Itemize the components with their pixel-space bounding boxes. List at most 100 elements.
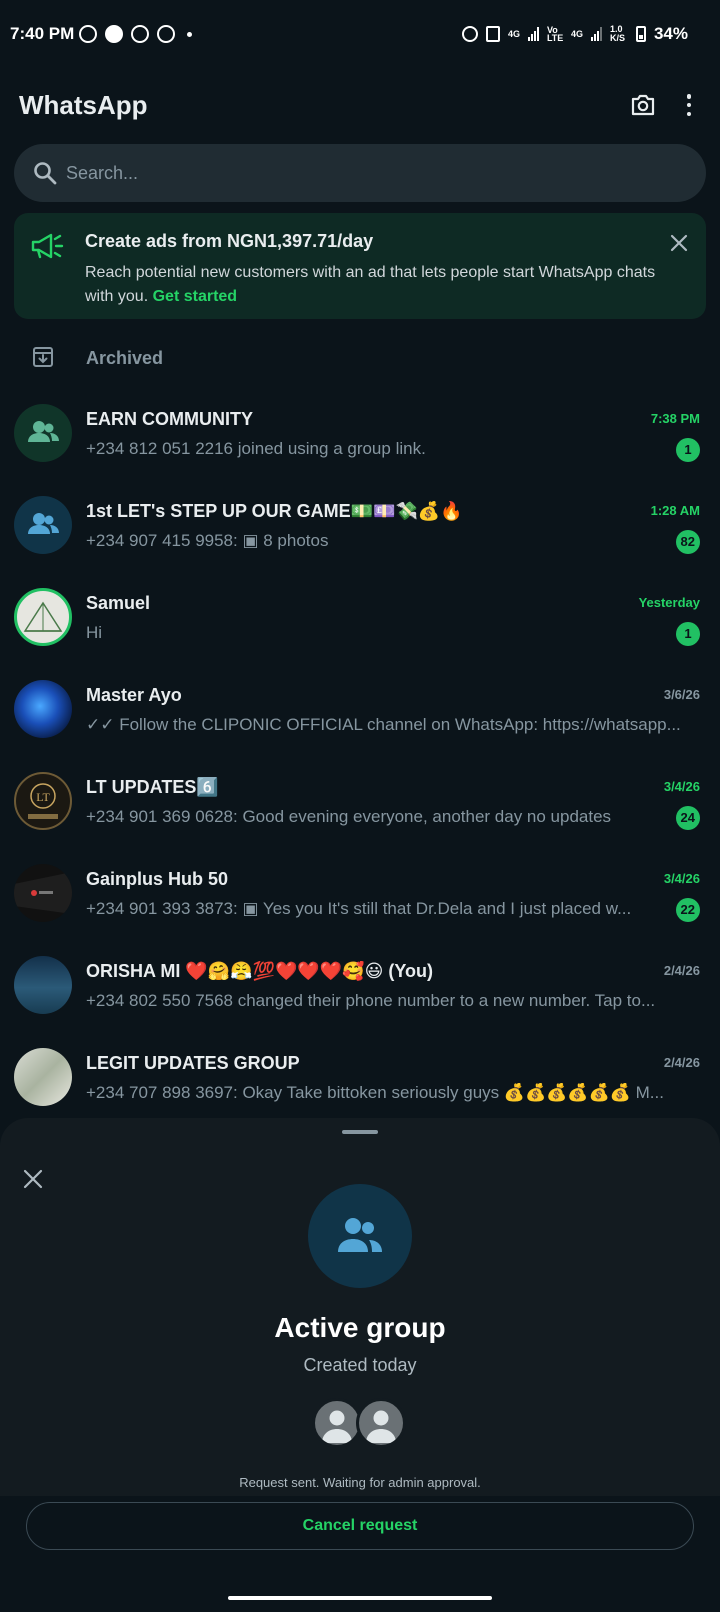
network-type-right: 4G [570, 29, 583, 39]
contact-avatar [14, 680, 72, 738]
ad-title: Create ads from NGN1,397.71/day [85, 231, 374, 251]
chat-name: Master Ayo [86, 685, 182, 705]
ad-banner[interactable]: Create ads from NGN1,397.71/day Reach po… [14, 213, 706, 319]
network-speed: 1.0 K/S [609, 24, 625, 43]
unread-badge: 24 [675, 806, 700, 830]
group-avatar [14, 864, 72, 922]
chat-time: 3/4/26 [663, 779, 700, 794]
search-bar[interactable] [14, 144, 706, 202]
chat-preview: Hi [86, 623, 103, 642]
chat-preview: +234 907 415 9958: ▣ 8 photos [86, 531, 329, 550]
chat-row[interactable]: EARN COMMUNITY +234 812 051 2216 joined … [0, 392, 720, 484]
more-notifications-dot [187, 32, 192, 37]
person-icon [322, 1410, 352, 1443]
chat-name: ORISHA MI ❤️🤗😤💯❤️❤️❤️🥰😃 (You) [86, 961, 434, 981]
member-avatar [356, 1398, 406, 1448]
signal-icon-1 [527, 27, 539, 41]
chat-time: Yesterday [638, 595, 700, 610]
approval-note: Request sent. Waiting for admin approval… [239, 1475, 481, 1490]
chat-time: 7:38 PM [650, 411, 700, 426]
app-bar: WhatsApp [0, 72, 720, 142]
unread-badge: 22 [675, 898, 700, 922]
chat-row[interactable]: 1st LET's STEP UP OUR GAME💵💷💸💰🔥 +234 907… [0, 484, 720, 576]
chat-preview: +234 802 550 7568 changed their phone nu… [86, 991, 656, 1010]
unread-badge: 1 [676, 438, 700, 462]
more-options-icon[interactable] [686, 94, 692, 116]
group-avatar: LT [14, 772, 72, 830]
group-icon [338, 1218, 382, 1252]
chat-row[interactable]: ORISHA MI ❤️🤗😤💯❤️❤️❤️🥰😃 (You) +234 802 5… [0, 944, 720, 1036]
chat-row[interactable]: Master Ayo ✓✓ Follow the CLIPONIC OFFICI… [0, 668, 720, 760]
battery-percent: 34% [653, 24, 688, 43]
group-avatar [14, 1048, 72, 1106]
get-started-link[interactable]: Get started [153, 288, 237, 305]
megaphone-icon [31, 233, 64, 259]
member-avatars [312, 1398, 408, 1448]
avatar-image: LT [28, 783, 58, 819]
chat-time: 2/4/26 [663, 1055, 700, 1070]
group-subtitle: Created today [303, 1355, 417, 1375]
group-avatar [308, 1184, 412, 1288]
chat-name: LT UPDATES6️⃣ [86, 777, 219, 797]
chat-time: 1:28 AM [650, 503, 700, 518]
chat-preview: +234 812 051 2216 joined using a group l… [86, 439, 426, 458]
group-avatar [14, 404, 72, 462]
chat-row[interactable]: Gainplus Hub 50 +234 901 393 3873: ▣ Yes… [0, 852, 720, 944]
camera-icon[interactable] [630, 94, 656, 116]
chat-name: Gainplus Hub 50 [86, 869, 229, 889]
chat-name: Samuel [86, 593, 151, 613]
chat-time: 3/4/26 [663, 871, 700, 886]
ad-body: Reach potential new customers with an ad… [85, 261, 675, 309]
group-name: Active group [274, 1312, 446, 1343]
chat-list: EARN COMMUNITY +234 812 051 2216 joined … [0, 392, 720, 1128]
opera-notification-icon [157, 25, 175, 43]
group-avatar [14, 956, 72, 1014]
chat-name: EARN COMMUNITY [86, 409, 253, 429]
group-icon [28, 513, 59, 534]
network-type-left: 4G [507, 29, 520, 39]
chat-preview: +234 707 898 3697: Okay Take bittoken se… [86, 1083, 664, 1102]
group-avatar [14, 496, 72, 554]
status-bar: 7:40 PM 4G Vo LTE 4G 1.0 K/S 34% [0, 0, 720, 72]
close-icon[interactable] [667, 231, 691, 255]
chat-row[interactable]: Samuel Hi Yesterday 1 [0, 576, 720, 668]
home-indicator[interactable] [228, 1596, 492, 1600]
chat-preview: +234 901 369 0628: Good evening everyone… [86, 807, 612, 826]
app-title: WhatsApp [19, 90, 148, 120]
data-saver-icon [461, 26, 478, 42]
chat-row[interactable]: LEGIT UPDATES GROUP +234 707 898 3697: O… [0, 1036, 720, 1128]
archived-row[interactable]: Archived [0, 330, 720, 386]
search-icon [34, 162, 57, 185]
close-icon[interactable] [22, 1168, 44, 1190]
status-time: 7:40 PM [10, 24, 75, 43]
contact-avatar [14, 588, 72, 646]
unread-badge: 1 [676, 622, 700, 646]
sheet-drag-handle[interactable] [342, 1130, 378, 1134]
group-icon [28, 421, 59, 442]
chat-notification-icon [105, 25, 123, 43]
chat-preview: +234 901 393 3873: ▣ Yes you It's still … [86, 899, 632, 918]
chat-row[interactable]: LT LT UPDATES6️⃣ +234 901 369 0628: Good… [0, 760, 720, 852]
signal-icon-2 [590, 27, 602, 41]
member-avatar [312, 1398, 362, 1448]
chat-time: 3/6/26 [663, 687, 700, 702]
whatsapp-notification-icon-2 [131, 25, 149, 43]
archive-icon [33, 347, 53, 367]
chat-time: 2/4/26 [663, 963, 700, 978]
person-icon [366, 1410, 396, 1443]
notification-icons [79, 25, 192, 43]
unread-badge: 82 [675, 530, 700, 554]
svg-text:LT: LT [36, 790, 50, 804]
volte-label: Vo LTE [546, 25, 564, 43]
search-input[interactable] [66, 144, 666, 202]
chat-name: LEGIT UPDATES GROUP [86, 1053, 300, 1073]
archived-label: Archived [86, 348, 164, 368]
system-icons: 4G Vo LTE 4G 1.0 K/S 34% [461, 24, 688, 44]
cancel-request-button[interactable]: Cancel request [26, 1502, 694, 1550]
avatar-image [23, 601, 63, 632]
whatsapp-notification-icon [79, 25, 97, 43]
chat-name: 1st LET's STEP UP OUR GAME💵💷💸💰🔥 [86, 501, 463, 521]
battery-icon [635, 26, 646, 42]
vibrate-icon [485, 26, 500, 42]
avatar-image [14, 872, 72, 914]
